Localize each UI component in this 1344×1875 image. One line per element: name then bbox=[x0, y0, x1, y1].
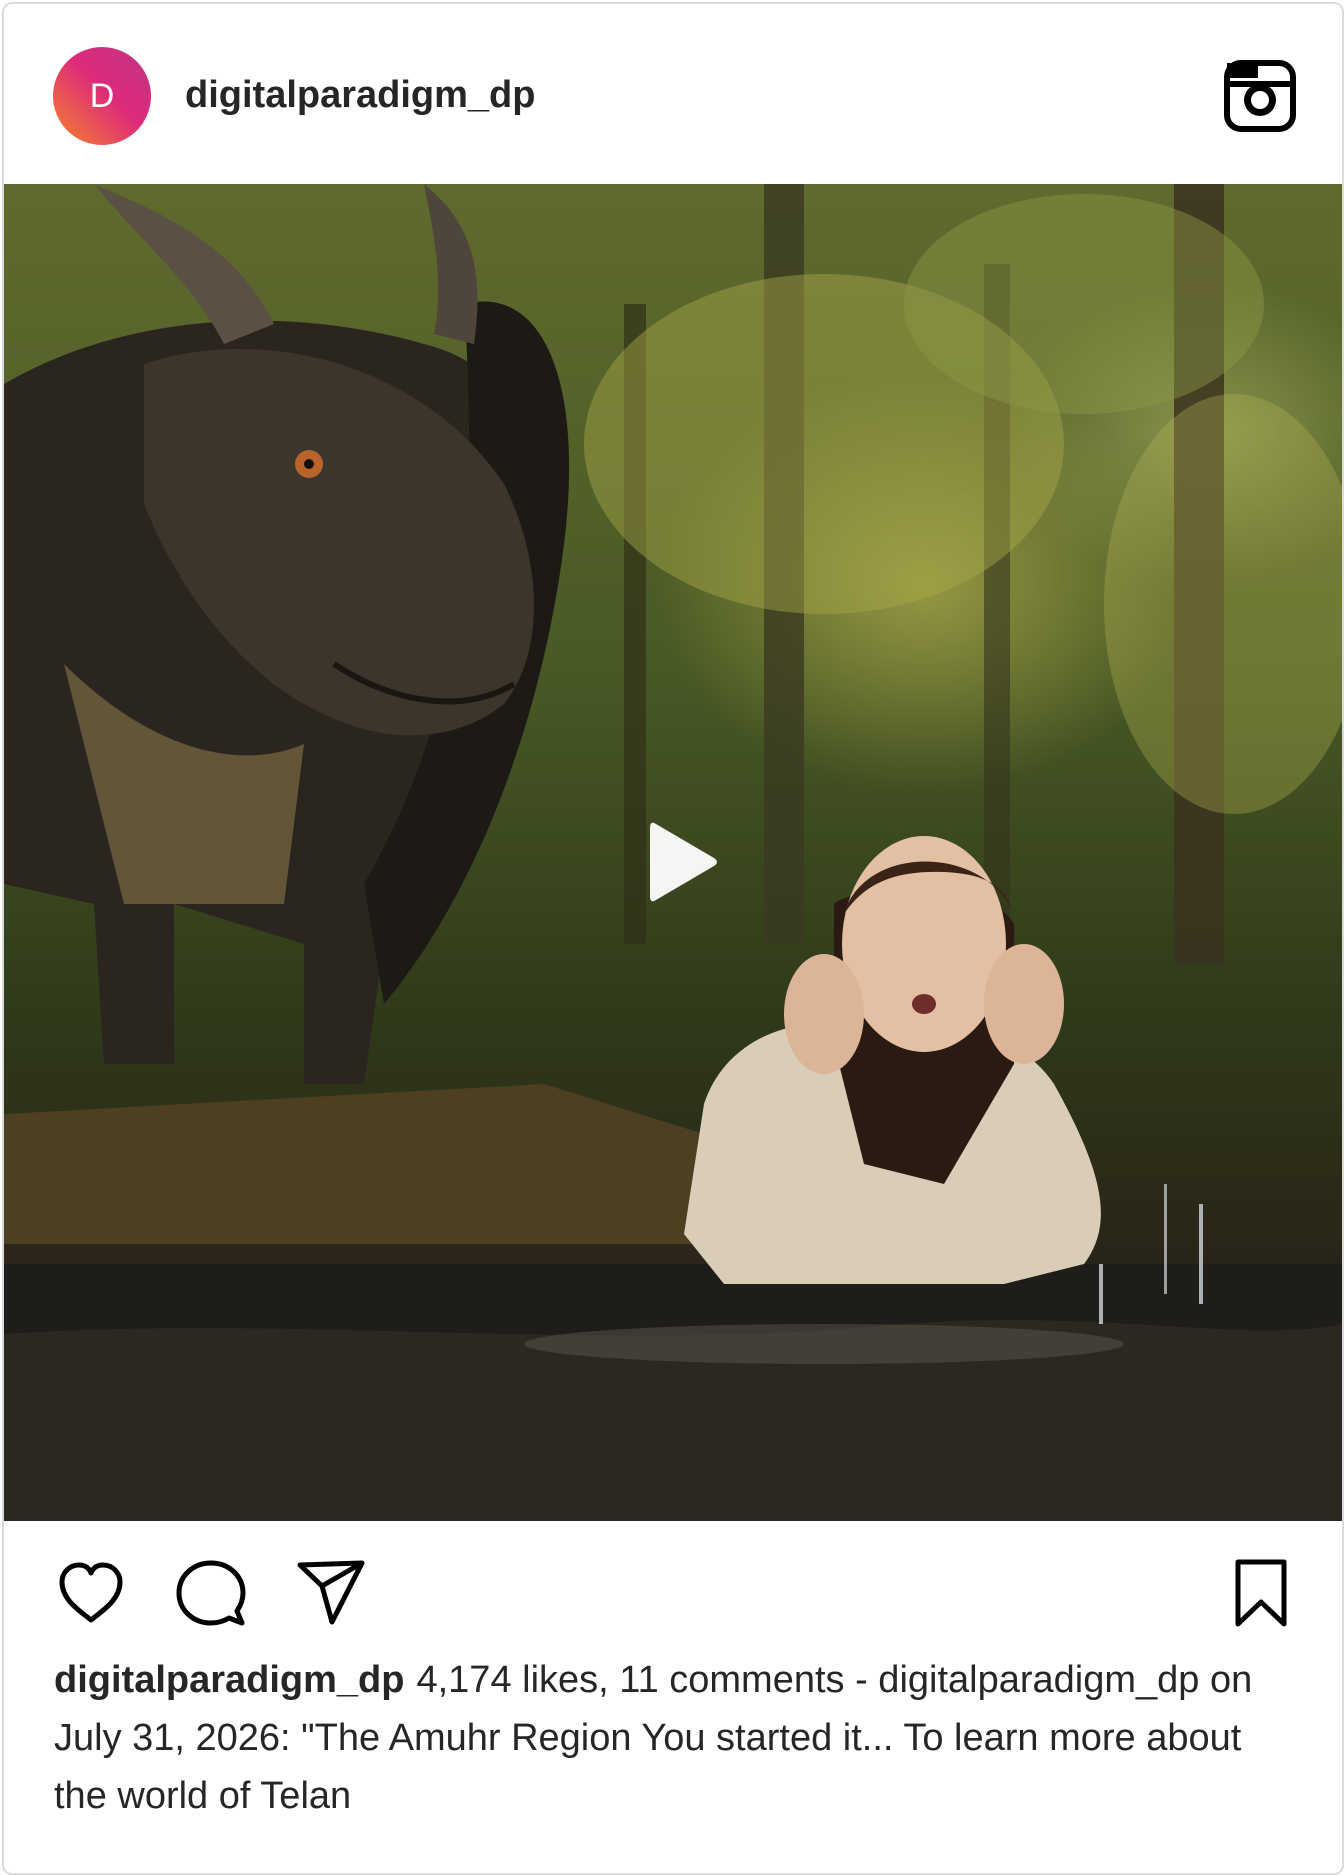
comment-icon[interactable] bbox=[174, 1556, 248, 1630]
post-caption: digitalparadigm_dp 4,174 likes, 11 commen… bbox=[54, 1651, 1264, 1825]
bookmark-icon[interactable] bbox=[1224, 1556, 1298, 1630]
caption-username-link[interactable]: digitalparadigm_dp bbox=[54, 1659, 404, 1701]
avatar[interactable]: D bbox=[53, 47, 151, 145]
post-header: D digitalparadigm_dp bbox=[4, 4, 1342, 184]
heart-icon[interactable] bbox=[54, 1556, 128, 1630]
play-icon[interactable] bbox=[642, 814, 722, 910]
username-link[interactable]: digitalparadigm_dp bbox=[185, 72, 535, 118]
instagram-icon[interactable] bbox=[1222, 58, 1298, 134]
share-icon[interactable] bbox=[294, 1556, 368, 1630]
post-actions bbox=[4, 1521, 1342, 1641]
instagram-embed-card: D digitalparadigm_dp digitalparadigm_dp … bbox=[2, 2, 1344, 1875]
post-media-video[interactable] bbox=[4, 184, 1342, 1521]
